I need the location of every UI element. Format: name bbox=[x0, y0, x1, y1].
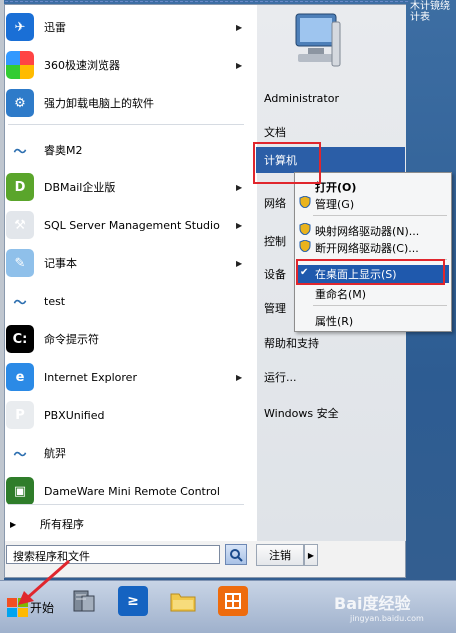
triangle-right-icon: ▶ bbox=[236, 22, 243, 32]
program-item[interactable]: ✎ 记事本 ▶ bbox=[6, 246, 246, 280]
bird-app-icon: ～ bbox=[6, 287, 34, 315]
program-item[interactable]: P PBXUnified bbox=[6, 398, 246, 432]
orange-app-icon bbox=[225, 593, 241, 609]
bird-app-icon: ～ bbox=[6, 439, 34, 467]
menu-separator bbox=[313, 305, 447, 306]
admin-tools-link[interactable]: 管理 bbox=[264, 300, 286, 316]
program-label: test bbox=[44, 294, 66, 308]
dameware-icon: ▣ bbox=[6, 477, 34, 505]
red-arrow-annotation bbox=[18, 559, 70, 605]
folder-icon bbox=[170, 593, 196, 612]
all-programs-label: 所有程序 bbox=[40, 518, 84, 531]
browser-360-icon bbox=[6, 51, 34, 79]
shutdown-options-button[interactable]: ▶ bbox=[304, 544, 318, 566]
sql-server-icon: ⚒ bbox=[6, 211, 34, 239]
shield-icon bbox=[299, 223, 311, 235]
context-menu: 打开(O) 管理(G) 映射网络驱动器(N)... 断开网络驱动器(C)... … bbox=[294, 172, 452, 332]
dbmail-icon: D bbox=[6, 173, 34, 201]
program-item[interactable]: D DBMail企业版 ▶ bbox=[6, 170, 246, 204]
menu-separator bbox=[313, 215, 447, 216]
triangle-right-icon: ▶ bbox=[236, 220, 243, 230]
bird-app-icon: ～ bbox=[6, 136, 34, 164]
program-label: Internet Explorer bbox=[44, 370, 137, 384]
logoff-button[interactable]: 注销 bbox=[256, 544, 304, 566]
ie-icon: e bbox=[6, 363, 34, 391]
devices-link[interactable]: 设备 bbox=[264, 266, 286, 282]
program-label: 睿奥M2 bbox=[44, 144, 83, 157]
logoff-label: 注销 bbox=[269, 549, 291, 562]
run-link[interactable]: 运行... bbox=[264, 369, 297, 385]
background-window-title: 木计镜绕计表 bbox=[410, 1, 450, 23]
program-label: SQL Server Management Studio bbox=[44, 218, 220, 232]
windows-security-link[interactable]: Windows 安全 bbox=[264, 405, 339, 421]
program-item[interactable]: 360极速浏览器 ▶ bbox=[6, 48, 246, 82]
thunder-bird-icon: ✈ bbox=[6, 13, 34, 41]
map-drive-menu-item[interactable]: 映射网络驱动器(N)... bbox=[315, 223, 419, 239]
program-label: PBXUnified bbox=[44, 408, 105, 422]
program-item[interactable]: ⚒ SQL Server Management Studio ▶ bbox=[6, 208, 246, 242]
network-link[interactable]: 网络 bbox=[264, 195, 286, 211]
triangle-right-icon: ▶ bbox=[236, 60, 243, 70]
manage-label: 管理(G) bbox=[315, 198, 355, 211]
annotation-box-show-on-desktop bbox=[296, 259, 445, 285]
program-item[interactable]: ～ test bbox=[6, 284, 246, 318]
notepad-icon: ✎ bbox=[6, 249, 34, 277]
triangle-right-icon: ▶ bbox=[307, 550, 315, 560]
annotation-box-computer bbox=[253, 142, 321, 184]
app-taskbar-button[interactable] bbox=[218, 586, 248, 616]
computer-user-icon bbox=[295, 13, 341, 67]
control-panel-link[interactable]: 控制 bbox=[264, 233, 286, 249]
watermark-url: jingyan.baidu.com bbox=[350, 614, 424, 623]
properties-menu-item[interactable]: 属性(R) bbox=[315, 313, 353, 329]
program-label: DameWare Mini Remote Control bbox=[44, 484, 220, 498]
uninstaller-icon: ⚙ bbox=[6, 89, 34, 117]
shield-icon bbox=[299, 196, 311, 208]
program-item[interactable]: ⚙ 强力卸载电脑上的软件 bbox=[6, 86, 246, 120]
menu-separator bbox=[8, 124, 244, 125]
manage-menu-item[interactable]: 管理(G) bbox=[315, 196, 354, 212]
triangle-right-icon: ▶ bbox=[236, 258, 243, 268]
program-item[interactable]: e Internet Explorer ▶ bbox=[6, 360, 246, 394]
shield-icon bbox=[299, 240, 311, 252]
magnifier-icon bbox=[230, 548, 243, 562]
powershell-taskbar-button[interactable]: ≥ bbox=[118, 586, 148, 616]
program-label: 命令提示符 bbox=[44, 333, 99, 346]
rename-menu-item[interactable]: 重命名(M) bbox=[315, 286, 366, 302]
triangle-right-icon: ▶ bbox=[236, 182, 243, 192]
open-menu-item[interactable]: 打开(O) bbox=[315, 179, 356, 195]
explorer-taskbar-button[interactable] bbox=[168, 586, 198, 616]
menu-separator bbox=[8, 504, 244, 505]
selection-border bbox=[0, 1, 408, 2]
program-label: 强力卸载电脑上的软件 bbox=[44, 97, 154, 110]
program-item[interactable]: C: 命令提示符 bbox=[6, 322, 246, 356]
help-link[interactable]: 帮助和支持 bbox=[264, 335, 319, 351]
program-item[interactable]: ～ 航羿 bbox=[6, 436, 246, 470]
program-item[interactable]: ～ 睿奥M2 bbox=[6, 133, 246, 167]
triangle-right-icon: ▶ bbox=[10, 519, 17, 529]
program-label: 记事本 bbox=[44, 257, 77, 270]
program-item[interactable]: ▣ DameWare Mini Remote Control bbox=[6, 474, 246, 508]
all-programs-button[interactable]: ▶ 所有程序 bbox=[6, 512, 246, 536]
powershell-icon: ≥ bbox=[127, 593, 139, 609]
disconnect-drive-menu-item[interactable]: 断开网络驱动器(C)... bbox=[315, 240, 419, 256]
pbx-icon: P bbox=[6, 401, 34, 429]
program-label: DBMail企业版 bbox=[44, 181, 116, 194]
search-button[interactable] bbox=[225, 544, 247, 565]
user-folder-link[interactable]: Administrator bbox=[264, 92, 339, 105]
documents-link[interactable]: 文档 bbox=[264, 124, 286, 140]
program-item[interactable]: ✈ 迅雷 ▶ bbox=[6, 10, 246, 44]
program-label: 迅雷 bbox=[44, 21, 66, 34]
program-label: 360极速浏览器 bbox=[44, 59, 120, 72]
program-label: 航羿 bbox=[44, 447, 66, 460]
cmd-icon: C: bbox=[6, 325, 34, 353]
triangle-right-icon: ▶ bbox=[236, 372, 243, 382]
watermark-brand: Bai度经验 bbox=[334, 594, 411, 613]
